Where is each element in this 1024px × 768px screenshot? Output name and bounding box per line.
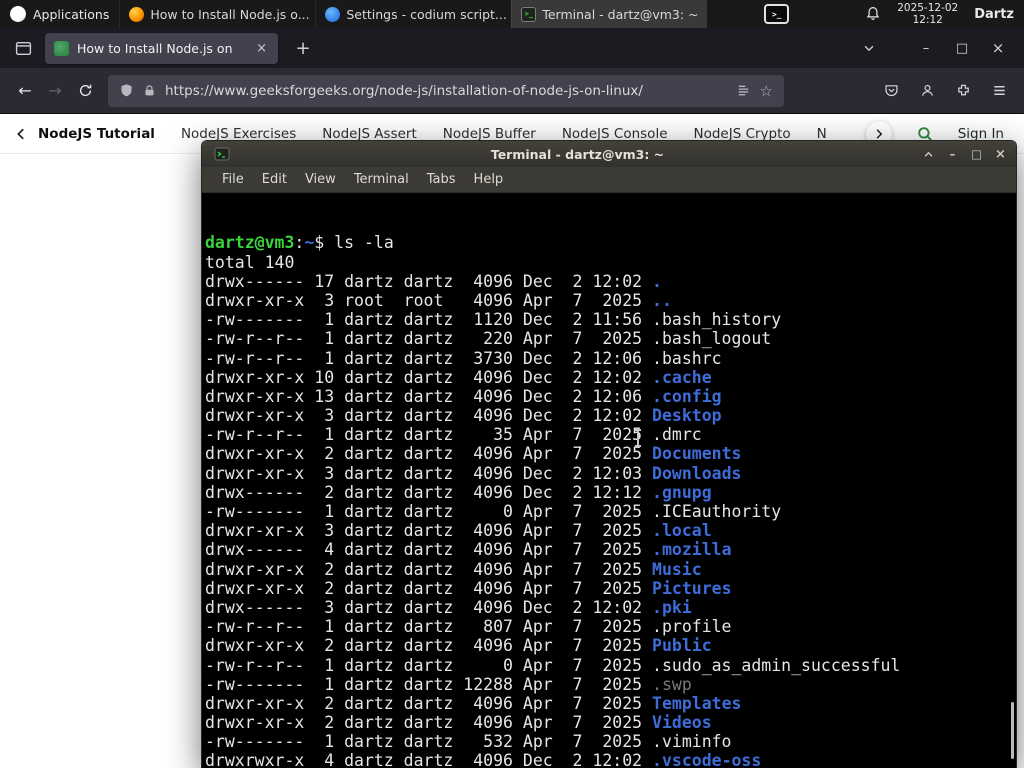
terminal-line: -rw-r--r-- 1 dartz dartz 35 Apr 7 2025 .… [205, 425, 702, 445]
top-panel: Applications How to Install Node.js o...… [0, 0, 1024, 28]
terminal-menu-tabs[interactable]: Tabs [418, 172, 465, 187]
geeksforgeeks-favicon [54, 40, 69, 56]
terminal-icon: >_ [521, 6, 537, 22]
list-all-tabs-icon[interactable] [856, 35, 882, 61]
terminal-window-controls: – □ × [920, 146, 1009, 163]
applications-icon [10, 6, 26, 22]
terminal-shade-icon[interactable] [920, 146, 937, 163]
terminal-line: -rw-r--r-- 1 dartz dartz 220 Apr 7 2025 … [205, 329, 772, 349]
terminal-maximize-button[interactable]: □ [968, 146, 985, 163]
terminal-line: -rw------- 1 dartz dartz 12288 Apr 7 202… [205, 674, 692, 694]
tab-title: How to Install Node.js on [77, 40, 233, 56]
panel-window-button[interactable]: >_ Terminal - dartz@vm3: ~ [511, 0, 708, 28]
terminal-titlebar[interactable]: Terminal - dartz@vm3: ~ – □ × [202, 141, 1016, 167]
terminal-line: drwxr-xr-x 10 dartz dartz 4096 Dec 2 12:… [205, 367, 712, 387]
mouse-text-cursor [635, 429, 641, 447]
panel-window-button[interactable]: How to Install Node.js o... [119, 0, 315, 28]
terminal-line: drwxr-xr-x 3 root root 4096 Apr 7 2025 .… [205, 290, 672, 310]
notification-bell-icon[interactable] [865, 6, 881, 22]
terminal-line: -rw-r--r-- 1 dartz dartz 807 Apr 7 2025 … [205, 617, 732, 637]
clock-time: 12:12 [912, 14, 943, 26]
tray-terminal-glyph: >_ [771, 9, 782, 19]
extensions-icon[interactable] [948, 76, 978, 106]
terminal-line: drwxr-xr-x 3 dartz dartz 4096 Apr 7 2025… [205, 521, 712, 541]
panel-clock[interactable]: 2025-12-02 12:12 [897, 2, 958, 26]
back-button[interactable]: ← [10, 76, 40, 106]
terminal-body[interactable]: dartz@vm3:~$ ls -la total 140 drwx------ 1… [202, 193, 1016, 768]
panel-window-button-label: Settings - codium script... [346, 6, 507, 22]
panel-window-button-label: How to Install Node.js o... [150, 6, 310, 22]
new-tab-button[interactable]: + [290, 35, 316, 61]
terminal-line: drwx------ 4 dartz dartz 4096 Apr 7 2025… [205, 540, 732, 560]
terminal-line: drwxr-xr-x 2 dartz dartz 4096 Apr 7 2025… [205, 578, 732, 598]
bookmark-star-icon[interactable]: ☆ [760, 82, 773, 100]
browser-window-controls: – □ × [914, 36, 1014, 60]
terminal-line: -rw-r--r-- 1 dartz dartz 3730 Dec 2 12:0… [205, 348, 722, 368]
tab-close-icon[interactable]: × [254, 41, 269, 56]
reload-button[interactable] [70, 76, 100, 106]
url-text: https://www.geeksforgeeks.org/node-js/in… [165, 82, 643, 99]
panel-window-button[interactable]: Settings - codium script... [315, 0, 511, 28]
terminal-line: total 140 [205, 252, 295, 272]
terminal-line: dartz@vm3:~$ ls -la [205, 233, 394, 253]
terminal-menu-view[interactable]: View [296, 172, 345, 187]
panel-window-buttons: How to Install Node.js o... Settings - co… [119, 0, 708, 28]
terminal-line: drwx------ 17 dartz dartz 4096 Dec 2 12:… [205, 271, 662, 291]
terminal-line: drwxr-xr-x 3 dartz dartz 4096 Dec 2 12:0… [205, 406, 722, 426]
navigation-toolbar: ← → https://www.geeksforgeeks.org/node-j… [0, 68, 1024, 114]
user-label: Dartz [974, 6, 1014, 22]
firefox-view-icon[interactable] [10, 35, 36, 61]
reader-view-icon[interactable] [736, 83, 751, 98]
terminal-line: drwx------ 2 dartz dartz 4096 Dec 2 12:1… [205, 482, 712, 502]
terminal-line: -rw------- 1 dartz dartz 532 Apr 7 2025 … [205, 732, 732, 752]
terminal-line: -rw------- 1 dartz dartz 1120 Dec 2 11:5… [205, 310, 782, 330]
tracking-shield-icon[interactable] [119, 83, 134, 98]
browser-close-button[interactable]: × [986, 36, 1010, 60]
terminal-menu-terminal[interactable]: Terminal [345, 172, 418, 187]
gfg-nav-chevron-left-icon[interactable] [14, 127, 28, 141]
toolbar-right-icons [876, 76, 1014, 106]
terminal-scrollbar[interactable] [1011, 702, 1014, 759]
terminal-title: Terminal - dartz@vm3: ~ [490, 146, 665, 162]
codium-icon [325, 6, 341, 22]
applications-label: Applications [33, 6, 110, 22]
terminal-line: -rw------- 1 dartz dartz 0 Apr 7 2025 .I… [205, 502, 782, 522]
terminal-line: drwxrwxr-x 4 dartz dartz 4096 Dec 2 12:0… [205, 751, 762, 768]
tray-terminal-icon[interactable]: >_ [764, 4, 790, 24]
panel-window-button-label: Terminal - dartz@vm3: ~ [542, 6, 699, 22]
terminal-line: drwxr-xr-x 13 dartz dartz 4096 Dec 2 12:… [205, 386, 722, 406]
browser-maximize-button[interactable]: □ [950, 36, 974, 60]
terminal-line: drwx------ 3 dartz dartz 4096 Dec 2 12:0… [205, 597, 692, 617]
terminal-line: drwxr-xr-x 2 dartz dartz 4096 Apr 7 2025… [205, 559, 702, 579]
gfg-nav-link[interactable]: NodeJS Tutorial [38, 126, 155, 142]
menu-hamburger-icon[interactable] [984, 76, 1014, 106]
pocket-icon[interactable] [876, 76, 906, 106]
terminal-menu-file[interactable]: File [213, 172, 253, 187]
forward-button: → [48, 81, 62, 100]
terminal-menubar: File Edit View Terminal Tabs Help [202, 167, 1016, 193]
terminal-minimize-button[interactable]: – [944, 146, 961, 163]
tab-bar: How to Install Node.js on × + – □ × [0, 28, 1024, 68]
terminal-line: drwxr-xr-x 3 dartz dartz 4096 Dec 2 12:0… [205, 463, 742, 483]
terminal-line: drwxr-xr-x 2 dartz dartz 4096 Apr 7 2025… [205, 444, 742, 464]
terminal-line: drwxr-xr-x 2 dartz dartz 4096 Apr 7 2025… [205, 636, 712, 656]
padlock-icon[interactable] [143, 84, 156, 97]
terminal-line: drwxr-xr-x 2 dartz dartz 4096 Apr 7 2025… [205, 713, 712, 733]
panel-tray: >_ 2025-12-02 12:12 Dartz [764, 2, 1024, 26]
browser-minimize-button[interactable]: – [914, 36, 938, 60]
terminal-app-icon [214, 146, 230, 162]
clock-date: 2025-12-02 [897, 2, 959, 14]
terminal-close-button[interactable]: × [992, 146, 1009, 163]
terminal-menu-help[interactable]: Help [465, 172, 513, 187]
applications-menu-button[interactable]: Applications [0, 0, 119, 28]
terminal-window: Terminal - dartz@vm3: ~ – □ × File Edit Vi… [201, 140, 1017, 768]
url-bar[interactable]: https://www.geeksforgeeks.org/node-js/in… [108, 74, 784, 107]
terminal-menu-edit[interactable]: Edit [253, 172, 296, 187]
firefox-icon [129, 6, 145, 22]
browser-tab[interactable]: How to Install Node.js on × [45, 32, 278, 64]
terminal-output: dartz@vm3:~$ ls -la total 140 drwx------ 1… [205, 233, 1016, 768]
terminal-line: -rw-r--r-- 1 dartz dartz 0 Apr 7 2025 .s… [205, 655, 901, 675]
terminal-line: drwxr-xr-x 2 dartz dartz 4096 Apr 7 2025… [205, 693, 742, 713]
account-icon[interactable] [912, 76, 942, 106]
